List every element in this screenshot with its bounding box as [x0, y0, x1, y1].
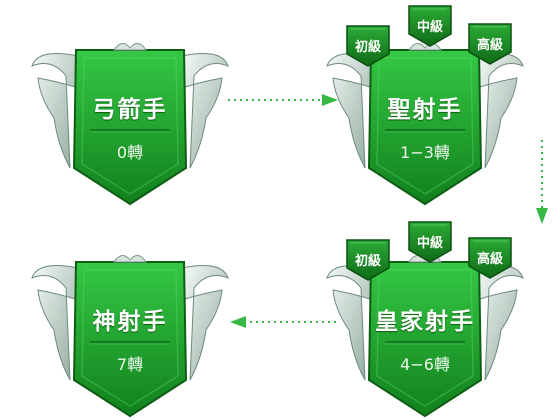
- badge-subtitle: 4−6轉: [400, 355, 450, 374]
- badge-title: 皇家射手: [375, 309, 475, 335]
- arrow-right-icon: [228, 94, 338, 106]
- badge-divine-archer: 神射手 7轉: [30, 230, 230, 420]
- tier-label: 初級: [354, 254, 381, 269]
- badge-title: 聖射手: [387, 97, 463, 123]
- tier-label: 中級: [416, 236, 443, 251]
- badge-title: 弓箭手: [92, 97, 168, 123]
- tier-badge-intermediate: 中級: [405, 4, 455, 48]
- badge-archer: 弓箭手 0轉: [30, 18, 230, 208]
- badge-subtitle: 0轉: [116, 143, 144, 162]
- badge-title: 神射手: [92, 309, 168, 335]
- tier-label: 初級: [354, 40, 381, 55]
- arrow-left-icon: [230, 316, 340, 328]
- arrow-down-icon: [536, 140, 548, 224]
- tier-badge-intermediate: 中級: [405, 220, 455, 264]
- tier-badge-beginner: 初級: [343, 24, 393, 68]
- tier-badge-advanced: 高級: [465, 236, 515, 280]
- tier-label: 中級: [416, 20, 443, 35]
- tier-badge-advanced: 高級: [465, 22, 515, 66]
- badge-subtitle: 1−3轉: [400, 143, 450, 162]
- badge-subtitle: 7轉: [116, 355, 144, 374]
- tier-label: 高級: [476, 38, 503, 53]
- tier-label: 高級: [476, 252, 503, 267]
- tier-badge-beginner: 初級: [343, 238, 393, 282]
